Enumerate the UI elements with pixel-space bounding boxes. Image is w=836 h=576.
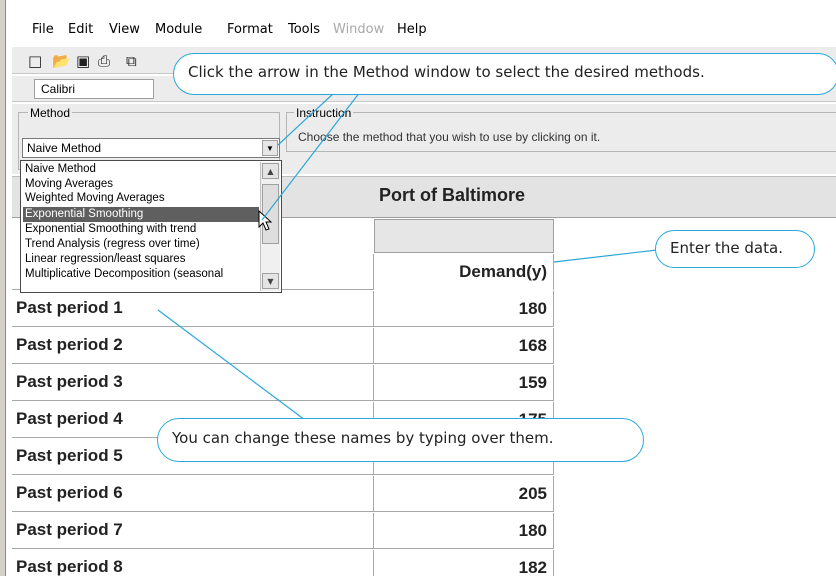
demand-cell[interactable]: 168 <box>374 328 554 364</box>
demand-column-header[interactable]: Demand(y) <box>374 254 554 290</box>
demand-cell[interactable]: 180 <box>374 291 554 327</box>
dropdown-option[interactable]: Exponential Smoothing with trend <box>23 222 259 237</box>
demand-cell[interactable]: 180 <box>374 513 554 549</box>
dropdown-option[interactable]: Linear regression/least squares <box>23 252 259 267</box>
menu-bar: File Edit View Module Format Tools Windo… <box>12 14 836 44</box>
enter-data-callout: Enter the data. <box>655 230 815 268</box>
instruction-text: Choose the method that you wish to use b… <box>298 130 601 144</box>
dropdown-option[interactable]: Naive Method <box>23 162 259 177</box>
instruction-label: Instruction <box>294 106 354 120</box>
table-row: Past period 1 180 <box>12 291 554 327</box>
chevron-down-icon[interactable]: ▼ <box>262 140 278 156</box>
table-row: Past period 8 182 <box>12 550 554 576</box>
dropdown-option[interactable]: Trend Analysis (regress over time) <box>23 237 259 252</box>
new-file-icon[interactable]: □ <box>28 53 42 69</box>
copy-icon[interactable]: ⧉ <box>126 53 137 69</box>
save-icon[interactable]: ▣ <box>76 53 90 69</box>
dropdown-option-selected[interactable]: Exponential Smoothing <box>23 207 259 222</box>
period-name-cell[interactable]: Past period 8 <box>12 550 374 576</box>
print-icon[interactable]: ⎙ <box>98 53 110 69</box>
column-header-cell[interactable] <box>374 219 554 253</box>
period-name-cell[interactable]: Past period 6 <box>12 476 374 512</box>
table-row: Past period 3 159 <box>12 365 554 401</box>
mouse-pointer-icon <box>258 210 273 231</box>
menu-format[interactable]: Format <box>227 22 273 37</box>
menu-edit[interactable]: Edit <box>68 22 93 37</box>
rename-callout: You can change these names by typing ove… <box>157 418 644 462</box>
scroll-down-icon[interactable]: ▼ <box>262 273 279 289</box>
menu-view[interactable]: View <box>109 22 140 37</box>
menu-module[interactable]: Module <box>155 22 202 37</box>
demand-cell[interactable]: 182 <box>374 550 554 576</box>
table-row: Past period 6 205 <box>12 476 554 512</box>
method-label: Method <box>28 106 73 120</box>
demand-cell[interactable]: 159 <box>374 365 554 401</box>
menu-help[interactable]: Help <box>397 22 427 37</box>
menu-file[interactable]: File <box>32 22 54 37</box>
menu-window: Window <box>333 22 385 37</box>
dropdown-option[interactable]: Multiplicative Decomposition (seasonal <box>23 267 259 282</box>
scroll-up-icon[interactable]: ▲ <box>262 163 279 179</box>
period-name-cell[interactable]: Past period 2 <box>12 328 374 364</box>
method-selected-value: Naive Method <box>27 141 102 155</box>
period-name-cell[interactable]: Past period 1 <box>12 291 374 327</box>
table-row: Past period 7 180 <box>12 513 554 549</box>
sheet-title: Port of Baltimore <box>378 185 525 205</box>
dropdown-option[interactable]: Moving Averages <box>23 177 259 192</box>
dropdown-option[interactable]: Weighted Moving Averages <box>23 191 259 206</box>
window-left-edge <box>0 0 6 576</box>
font-name-field[interactable]: Calibri <box>34 79 154 99</box>
open-folder-icon[interactable]: 📂 <box>52 53 71 69</box>
method-select[interactable]: Naive Method ▼ <box>22 138 280 158</box>
demand-cell[interactable]: 205 <box>374 476 554 512</box>
period-name-cell[interactable]: Past period 3 <box>12 365 374 401</box>
method-callout: Click the arrow in the Method window to … <box>173 53 836 95</box>
menu-tools[interactable]: Tools <box>288 22 320 37</box>
method-dropdown-list[interactable]: Naive Method Moving Averages Weighted Mo… <box>20 160 282 293</box>
period-name-cell[interactable]: Past period 7 <box>12 513 374 549</box>
table-row: Past period 2 168 <box>12 328 554 364</box>
